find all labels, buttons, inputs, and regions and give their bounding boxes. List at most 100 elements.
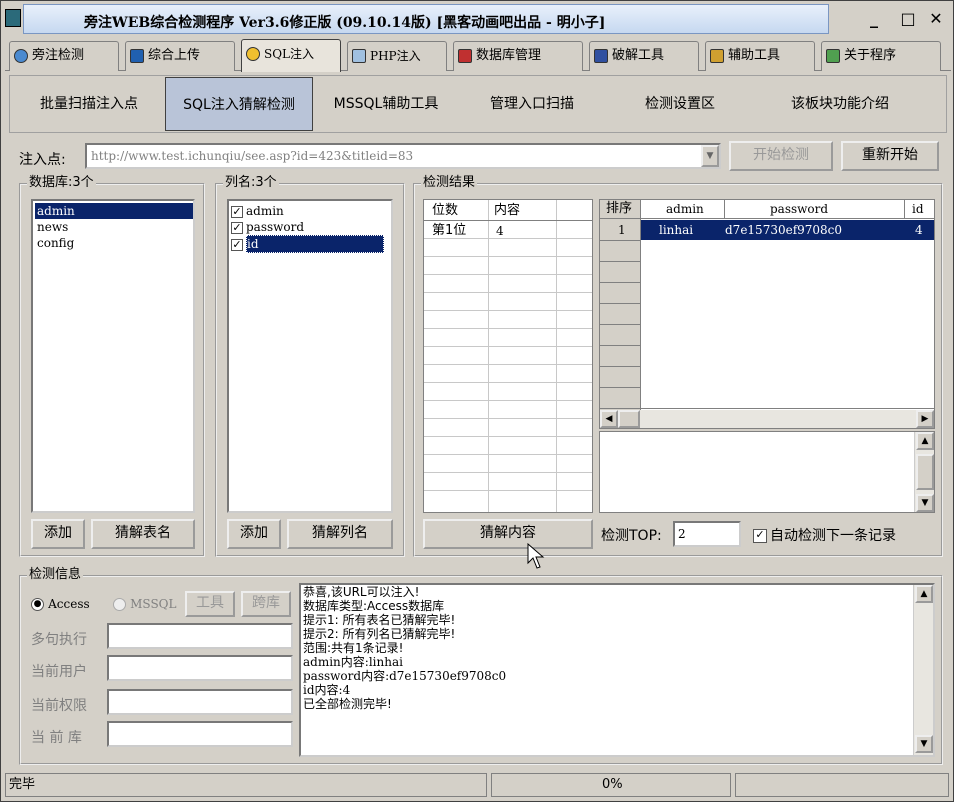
access-radio[interactable]: ● Access (31, 597, 90, 612)
tab-about[interactable]: 关于程序 (821, 41, 941, 71)
column-header: password (770, 202, 829, 216)
checkbox-checked-icon[interactable]: ✓ (231, 238, 243, 251)
tab-label: 旁注检测 (32, 48, 85, 63)
checkbox-checked-icon[interactable]: ✓ (231, 205, 243, 218)
mssql-radio[interactable]: MSSQL (113, 597, 176, 612)
column-header: id (912, 202, 924, 216)
arrow-down-icon[interactable]: ▼ (916, 494, 934, 512)
current-user-label: 当前用户 (31, 664, 87, 680)
arrow-up-icon[interactable]: ▲ (916, 432, 934, 450)
radio-unselected-icon[interactable] (113, 598, 126, 611)
column-header: 排序 (606, 201, 633, 216)
subtab-sql-guess[interactable]: SQL注入猜解检测 (165, 77, 313, 131)
columns-list[interactable]: ✓ admin ✓ password ✓ id (227, 199, 393, 513)
database-icon (458, 49, 472, 63)
tab-side-detect[interactable]: 旁注检测 (9, 41, 119, 71)
col-add-button[interactable]: 添加 (227, 519, 281, 549)
top-value: 2 (678, 527, 686, 541)
list-item[interactable]: news (35, 219, 68, 235)
close-button[interactable]: ✕ (925, 9, 947, 29)
checkbox-checked-icon[interactable]: ✓ (753, 529, 767, 543)
tab-label: 综合上传 (148, 48, 201, 63)
list-item[interactable]: ✓ password (231, 219, 304, 235)
log-line: 数据库类型:Access数据库 (303, 599, 445, 613)
current-user-field[interactable] (107, 655, 293, 681)
column-name: id (246, 235, 384, 253)
vertical-scrollbar[interactable]: ▲ ▼ (914, 432, 934, 512)
minimize-button[interactable]: _ (863, 9, 885, 29)
column-header: admin (666, 202, 704, 216)
inject-url-input[interactable]: http://www.test.ichunqiu/see.asp?id=423&… (85, 143, 721, 169)
tab-label: 关于程序 (844, 48, 897, 63)
subtab-settings[interactable]: 检测设置区 (610, 77, 750, 131)
scroll-thumb[interactable] (618, 410, 640, 428)
table-row[interactable]: linhai d7e15730ef9708c0 4 (641, 220, 934, 240)
cursor-icon (527, 543, 545, 569)
arrow-down-icon[interactable]: ▼ (915, 735, 933, 753)
guess-content-button[interactable]: 猜解内容 (423, 519, 593, 549)
horizontal-scrollbar[interactable]: ◀ ▶ (600, 410, 934, 428)
arrow-left-icon[interactable]: ◀ (600, 410, 618, 428)
log-area[interactable]: 恭喜,该URL可以注入! 数据库类型:Access数据库 提示1: 所有表名已猜… (299, 583, 935, 757)
log-line: admin内容:linhai (303, 655, 403, 669)
tab-crack-tools[interactable]: 破解工具 (589, 41, 699, 71)
scroll-thumb[interactable] (916, 454, 934, 490)
vertical-scrollbar[interactable]: ▲ ▼ (913, 585, 933, 755)
globe-icon (14, 49, 28, 63)
checkbox-checked-icon[interactable]: ✓ (231, 221, 243, 234)
tab-upload[interactable]: 综合上传 (125, 41, 235, 71)
record-detail-area[interactable]: ▲ ▼ (599, 431, 935, 513)
tab-label: 数据库管理 (476, 48, 542, 63)
log-line: 已全部检测完毕! (303, 697, 392, 711)
chevron-down-icon[interactable]: ▼ (701, 145, 719, 167)
database-list[interactable]: admin news config (31, 199, 195, 513)
tab-php-inject[interactable]: PHP注入 (347, 41, 447, 71)
list-item[interactable]: ✓ id (231, 235, 391, 253)
subtab-intro[interactable]: 该板块功能介绍 (760, 77, 920, 131)
list-item[interactable]: ✓ admin (231, 203, 284, 219)
record-grid[interactable]: 排序 admin password id 1 linhai d7e15730ef… (599, 199, 935, 429)
table-cell: 4 (496, 224, 504, 238)
db-add-button[interactable]: 添加 (31, 519, 85, 549)
column-header: 位数 (432, 203, 459, 218)
columns-panel-title: 列名:3个 (223, 175, 279, 191)
start-detect-button[interactable]: 开始检测 (729, 141, 833, 171)
column-name: admin (246, 204, 284, 218)
current-db-field[interactable] (107, 721, 293, 747)
tab-db-manage[interactable]: 数据库管理 (453, 41, 583, 71)
tab-aux-tools[interactable]: 辅助工具 (705, 41, 815, 71)
digit-grid[interactable]: 位数 内容 第1位 4 (423, 199, 593, 513)
top-input[interactable]: 2 (673, 521, 741, 547)
row-number: 1 (618, 223, 626, 237)
result-panel-title: 检测结果 (421, 175, 478, 191)
subtab-batch-scan[interactable]: 批量扫描注入点 (14, 77, 164, 131)
guess-columns-button[interactable]: 猜解列名 (287, 519, 393, 549)
log-line: 提示1: 所有表名已猜解完毕! (303, 613, 456, 627)
auto-next-label: 自动检测下一条记录 (770, 528, 896, 544)
maximize-button[interactable]: □ (897, 9, 919, 29)
cross-db-button[interactable]: 跨库 (241, 591, 291, 617)
current-perm-label: 当前权限 (31, 698, 87, 714)
guess-tables-button[interactable]: 猜解表名 (91, 519, 195, 549)
multi-exec-label: 多句执行 (31, 632, 87, 648)
auto-next-checkbox[interactable]: ✓ 自动检测下一条记录 (753, 525, 896, 545)
list-item[interactable]: admin (35, 203, 193, 219)
radio-selected-icon[interactable]: ● (31, 598, 44, 611)
keyboard-icon (594, 49, 608, 63)
multi-exec-field[interactable] (107, 623, 293, 649)
tool-button[interactable]: 工具 (185, 591, 235, 617)
tab-sql-inject[interactable]: SQL注入 (241, 39, 341, 72)
arrow-right-icon[interactable]: ▶ (916, 410, 934, 428)
arrow-up-icon[interactable]: ▲ (915, 585, 933, 603)
chart-icon (130, 49, 144, 63)
log-text: 恭喜,该URL可以注入! 数据库类型:Access数据库 提示1: 所有表名已猜… (303, 585, 903, 711)
clipboard-icon (710, 49, 724, 63)
top-label: 检测TOP: (601, 528, 662, 544)
subtab-mssql-tools[interactable]: MSSQL辅助工具 (316, 77, 456, 131)
database-panel-title: 数据库:3个 (27, 175, 96, 191)
restart-button[interactable]: 重新开始 (841, 141, 939, 171)
inject-url-value: http://www.test.ichunqiu/see.asp?id=423&… (91, 149, 414, 163)
current-perm-field[interactable] (107, 689, 293, 715)
subtab-admin-scan[interactable]: 管理入口扫描 (462, 77, 602, 131)
list-item[interactable]: config (35, 235, 74, 251)
